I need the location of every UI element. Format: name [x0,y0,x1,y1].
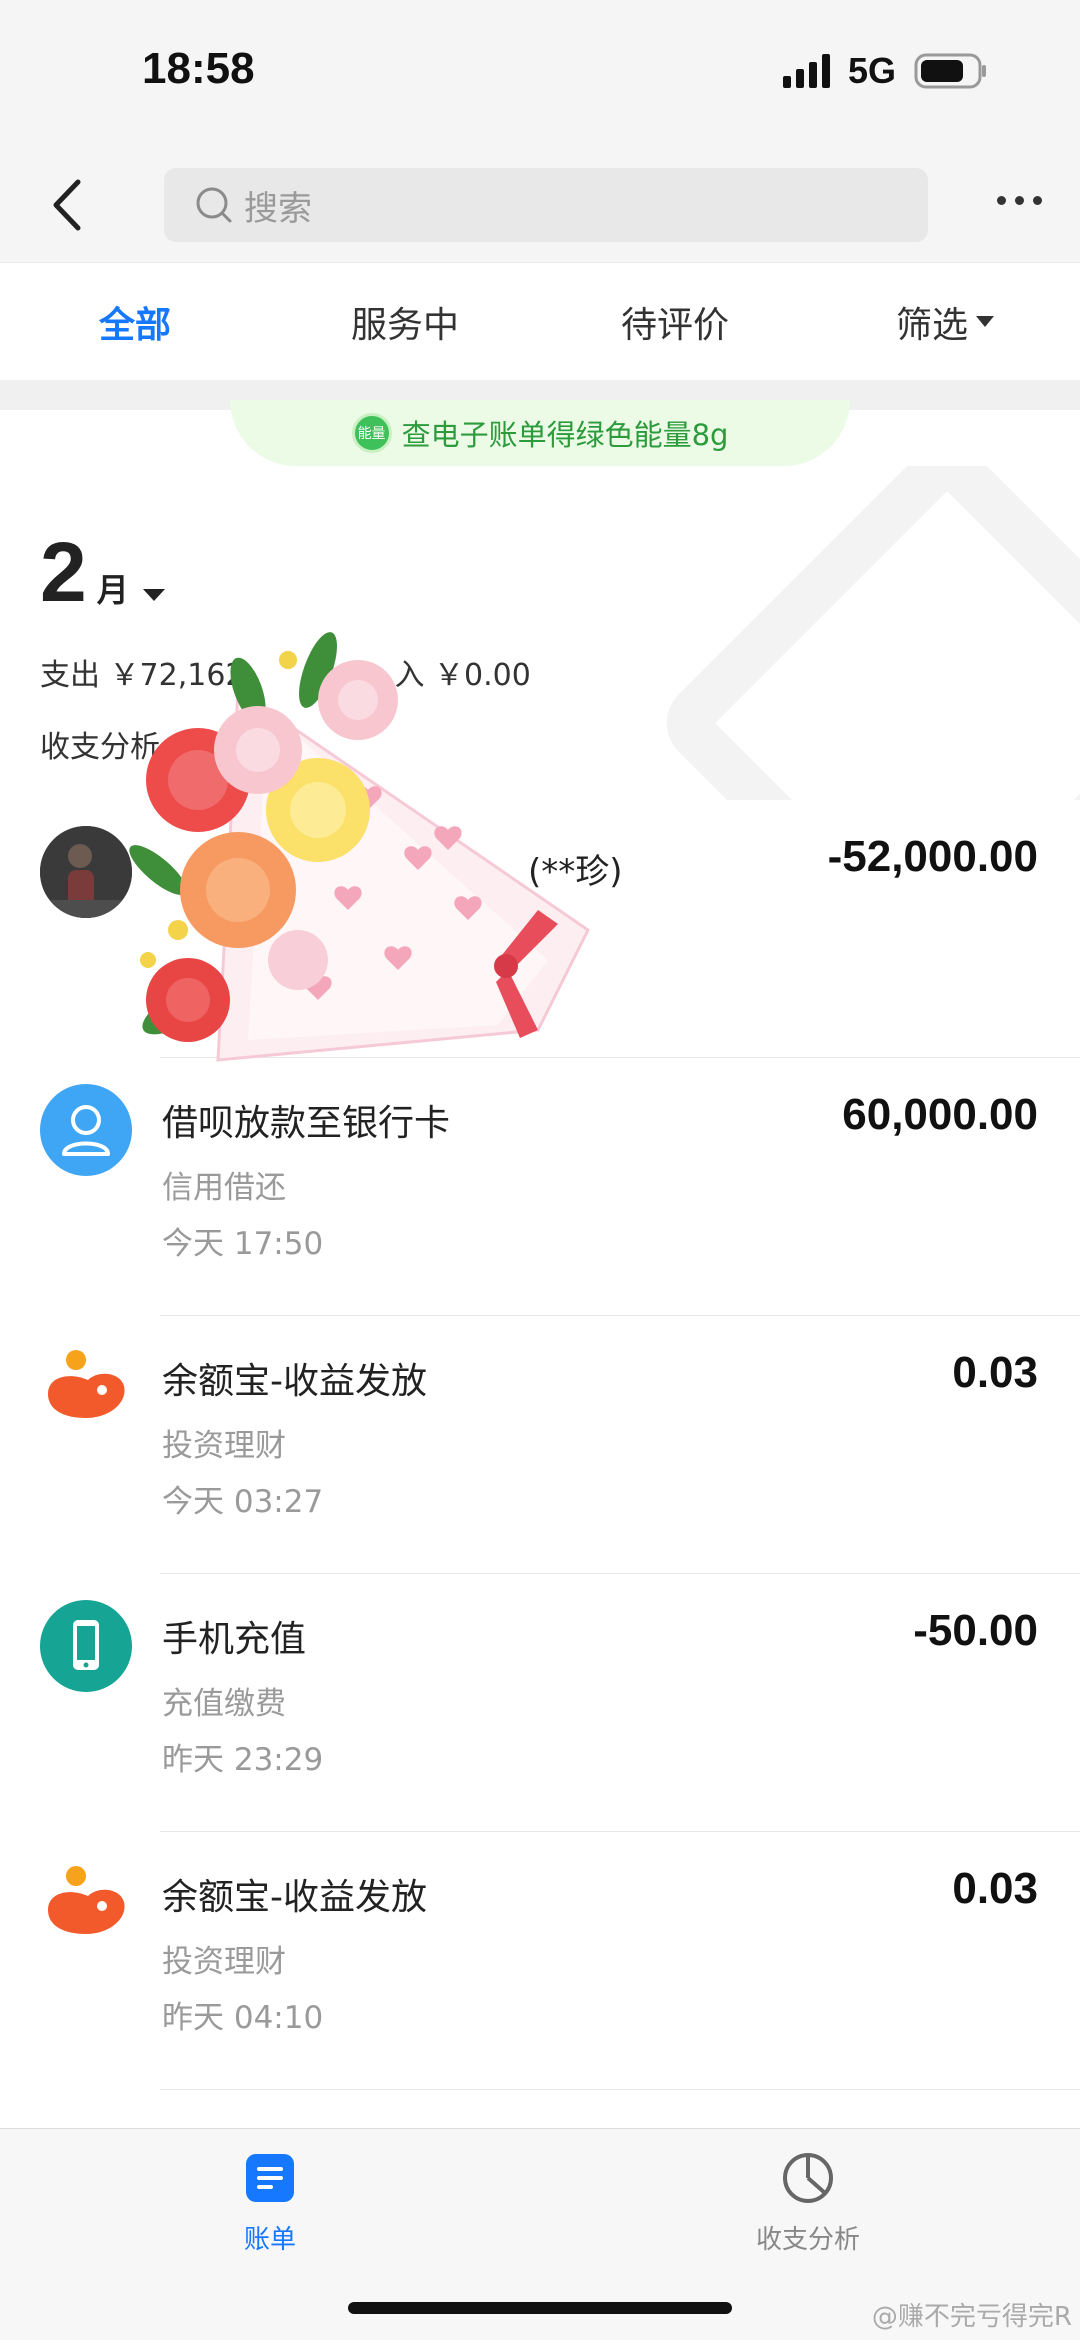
bouquet-sticker [129,632,590,1062]
person-icon [40,1084,132,1176]
phone-icon [40,1600,132,1692]
caret-down-icon [142,589,165,601]
caret-down-icon [976,316,994,327]
transaction-time: 昨天 04:10 [162,2000,324,2036]
tab-filter[interactable]: 筛选 [810,296,1080,348]
list-item[interactable]: 余额宝-收益发放 投资理财 今天 03:27 0.03 [0,1316,1080,1574]
month-number: 2 [40,525,87,619]
tab-in-service[interactable]: 服务中 [270,296,540,348]
nav-analysis[interactable]: 收支分析 [708,2151,908,2256]
back-button[interactable] [40,170,100,240]
filter-tabs: 全部 服务中 待评价 筛选 [0,262,1080,380]
yuebao-glyph [48,1866,125,1934]
list-item[interactable]: 手机充值 充值缴费 昨天 23:29 -50.00 [0,1574,1080,1832]
signal-icon [782,54,830,88]
energy-banner[interactable]: 能量 查电子账单得绿色能量8g [230,400,850,466]
search-placeholder: 搜索 [244,188,312,229]
energy-banner-text: 查电子账单得绿色能量8g [401,418,729,452]
decorative-shape [650,466,1080,800]
transaction-title: 余额宝-收益发放 [162,1361,427,1402]
nav-bill-label: 账单 [243,2225,296,2255]
dot-icon [997,196,1006,205]
transaction-time: 今天 17:50 [162,1226,324,1262]
chevron-left-icon [53,179,81,231]
month-selector[interactable]: 2 月 [40,524,165,621]
transaction-title: 手机充值 [162,1619,307,1660]
transaction-title: 余额宝-收益发放 [162,1877,427,1918]
nav-analysis-label: 收支分析 [755,2225,860,2255]
transaction-category: 投资理财 [162,1944,286,1980]
tab-all[interactable]: 全部 [0,296,270,348]
filter-label: 筛选 [895,304,968,346]
status-indicators: 5G [782,50,988,92]
header: 搜索 [0,150,1080,262]
status-bar: 18:58 5G [0,0,1080,150]
transaction-time: 昨天 23:29 [162,1742,324,1778]
transaction-title: 借呗放款至银行卡 [162,1103,451,1144]
transaction-category: 投资理财 [162,1428,286,1464]
yuebao-icon [40,1858,132,1950]
yuebao-icon [40,1342,132,1434]
list-item[interactable]: 余额宝-收益发放 投资理财 昨天 04:10 0.03 [0,1832,1080,2090]
search-icon [196,187,232,223]
transaction-amount: -50.00 [913,1606,1038,1655]
dot-icon [1033,196,1042,205]
tab-to-review[interactable]: 待评价 [540,296,810,348]
more-options-button[interactable] [997,196,1042,205]
watermark-text: @赚不完亏得完R [871,2302,1072,2332]
person-glyph [62,1105,110,1156]
transaction-amount: 60,000.00 [842,1090,1038,1139]
status-time: 18:58 [142,44,255,93]
network-type: 5G [847,50,896,91]
nav-bill[interactable]: 账单 [170,2151,370,2256]
home-indicator[interactable] [348,2302,732,2314]
list-item[interactable]: 借呗放款至银行卡 信用借还 今天 17:50 60,000.00 [0,1058,1080,1316]
transaction-amount: -52,000.00 [827,832,1038,881]
pie-chart-icon [783,2153,833,2203]
bill-icon [246,2154,294,2202]
watermark: @赚不完亏得完R [872,2296,1072,2333]
energy-badge-icon: 能量 [351,413,392,453]
transaction-time: 今天 03:27 [162,1484,324,1520]
transaction-amount: 0.03 [952,1864,1038,1913]
transaction-category: 充值缴费 [162,1686,286,1722]
transaction-amount: 0.03 [952,1348,1038,1397]
search-input[interactable]: 搜索 [164,168,928,242]
yuebao-glyph [48,1350,125,1418]
transaction-category: 信用借还 [162,1170,286,1206]
phone-glyph [73,1620,99,1670]
dot-icon [1015,196,1024,205]
battery-icon [914,53,986,89]
month-unit: 月 [96,571,129,609]
